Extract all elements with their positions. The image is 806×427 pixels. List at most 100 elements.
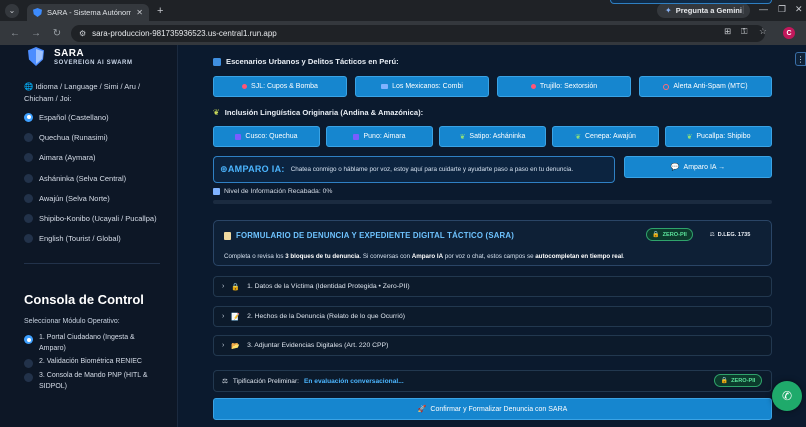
call-phone-button[interactable]: ✆ [772, 381, 802, 411]
language-option[interactable]: Español (Castellano) [24, 107, 157, 127]
radio-icon[interactable] [24, 359, 33, 368]
section-victim-data[interactable]: › 🔒 1. Datos de la Víctima (Identidad Pr… [213, 276, 772, 297]
url-input[interactable]: ⚙ sara-produccion-981735936523.us-centra… [71, 24, 765, 42]
leaf-icon: ❦ [213, 108, 220, 117]
bookmark-star-icon[interactable]: ☆ [759, 26, 767, 37]
language-option[interactable]: English (Tourist / Global) [24, 229, 157, 249]
lock-icon: 🔒 [652, 232, 660, 238]
scenario-button-label: Trujillo: Sextorsión [539, 83, 598, 90]
language-option-label: Quechua (Runasimi) [39, 132, 108, 142]
language-pucallpa-button[interactable]: ❦ Pucallpa: Shipibo [665, 126, 772, 147]
dleg-badge: ⚖ D.LEG. 1735 [700, 228, 760, 241]
language-option-label: English (Tourist / Global) [39, 234, 121, 244]
language-button-label: Satipo: Asháninka [469, 133, 526, 140]
radio-icon[interactable] [24, 132, 33, 142]
profile-avatar[interactable]: C [783, 27, 795, 39]
radio-selected-icon[interactable] [24, 112, 33, 122]
section-complaint-facts[interactable]: › 📝 2. Hechos de la Denuncia (Relato de … [213, 306, 772, 327]
chart-icon [213, 188, 220, 195]
module-option[interactable]: 1. Portal Ciudadano (Ingesta & Amparo) [24, 332, 166, 354]
radio-icon[interactable] [24, 214, 33, 224]
new-tab-icon[interactable]: + [157, 5, 163, 17]
classification-badge-text: ZERO-PII [731, 377, 756, 384]
language-satipo-button[interactable]: ❦ Satipo: Asháninka [439, 126, 546, 147]
amparo-chat-button[interactable]: 💬 Amparo IA → [624, 156, 772, 178]
brand-name: SARA [54, 48, 84, 59]
gemini-button[interactable]: ✦ Pregunta a Gemini [657, 3, 750, 18]
language-option-label: Aimara (Aymara) [39, 153, 96, 163]
form-desc-part: Completa o revisa los [224, 253, 286, 260]
radio-icon[interactable] [24, 373, 33, 382]
url-text: sara-produccion-981735936523.us-central1… [92, 28, 277, 38]
brand-tagline: SOVEREIGN AI SWARM [54, 60, 133, 66]
language-cenepa-button[interactable]: ❦ Cenepa: Awajún [552, 126, 659, 147]
memo-icon: 📝 [231, 313, 241, 321]
form-desc-part: . [622, 253, 625, 260]
close-window-icon[interactable]: ✕ [795, 4, 803, 15]
radio-selected-icon[interactable] [24, 335, 33, 344]
gemini-label: Pregunta a Gemini [675, 6, 742, 15]
gemini-spark-icon: ✦ [665, 6, 672, 15]
linguistic-inclusion-text: Inclusión Lingüística Originaria (Andina… [224, 108, 424, 117]
language-option[interactable]: Aimara (Aymara) [24, 148, 157, 168]
shield-favicon-icon [33, 8, 42, 17]
more-vertical-icon: ⋮ [796, 54, 805, 64]
scales-icon: ⚖ [709, 231, 715, 238]
classification-label: Tipificación Preliminar: [232, 377, 300, 385]
scales-icon: ⚖ [222, 378, 228, 385]
scenario-trujillo-button[interactable]: Trujillo: Sextorsión [497, 76, 631, 97]
language-option-label: Awajún (Selva Norte) [39, 193, 110, 203]
site-info-icon[interactable]: ⚙ [79, 29, 86, 38]
side-panel-toggle[interactable]: ⋮ [795, 52, 806, 66]
rocket-icon: 🚀 [417, 406, 427, 413]
complaint-form-card: FORMULARIO DE DENUNCIA Y EXPEDIENTE DIGI… [213, 220, 772, 266]
restore-icon[interactable]: ❐ [778, 4, 786, 15]
language-option[interactable]: Awajún (Selva Norte) [24, 188, 157, 208]
radio-icon[interactable] [24, 153, 33, 163]
back-icon[interactable]: ← [9, 28, 21, 39]
zero-pii-badge: 🔒 ZERO-PII [646, 228, 693, 241]
tab-close-icon[interactable]: ✕ [136, 8, 143, 17]
address-bar: ← → ↻ ⚙ sara-produccion-981735936523.us-… [0, 21, 806, 45]
info-level-text: Nivel de Información Recabada: 0% [224, 188, 333, 195]
classification-status: En evaluación conversacional... [304, 377, 404, 385]
radio-icon[interactable] [24, 193, 33, 203]
reload-icon[interactable]: ↻ [51, 28, 63, 39]
confirm-complaint-button[interactable]: 🚀 Confirmar y Formalizar Denuncia con SAR… [213, 398, 772, 420]
tab-search-icon[interactable]: ⌄ [5, 3, 19, 18]
language-option[interactable]: Shipibo-Konibo (Ucayali / Pucallpa) [24, 208, 157, 228]
form-desc-bold: Amparo IA [411, 253, 444, 260]
language-label: 🌐 Idioma / Language / Simi / Aru / Chich… [24, 82, 141, 103]
console-title: Consola de Control [24, 292, 144, 307]
browser-tab[interactable]: SARA - Sistema Autónomo de ✕ [27, 4, 149, 21]
folder-icon: 📂 [231, 342, 241, 350]
language-option-label: Asháninka (Selva Central) [39, 173, 127, 183]
language-option[interactable]: Asháninka (Selva Central) [24, 168, 157, 188]
info-level: Nivel de Información Recabada: 0% [213, 188, 332, 195]
module-option-label: 1. Portal Ciudadano (Ingesta & Amparo) [39, 334, 135, 352]
section-evidence[interactable]: › 📂 3. Adjuntar Evidencias Digitales (Ar… [213, 335, 772, 356]
form-desc-bold: autocompletan en tiempo real [535, 253, 623, 260]
module-option[interactable]: 3. Consola de Mando PNP (HITL & SIDPOL) [24, 370, 166, 392]
minimize-icon[interactable]: — [759, 4, 768, 14]
module-option[interactable]: 2. Validación Biométrica RENIEC [24, 356, 166, 368]
password-key-icon[interactable]: ⚿ [741, 26, 747, 37]
language-puno-button[interactable]: Puno: Aimara [326, 126, 433, 147]
language-cusco-button[interactable]: Cusco: Quechua [213, 126, 320, 147]
translate-icon[interactable]: ⊞ [724, 26, 731, 37]
radio-icon[interactable] [24, 173, 33, 183]
scenario-antispam-button[interactable]: Alerta Anti-Spam (MTC) [639, 76, 772, 97]
form-title-text: FORMULARIO DE DENUNCIA Y EXPEDIENTE DIGI… [236, 231, 515, 240]
language-option[interactable]: Quechua (Runasimi) [24, 127, 157, 147]
scenario-mexicanos-button[interactable]: Los Mexicanos: Combi [355, 76, 489, 97]
scenario-sjl-button[interactable]: SJL: Cupos & Bomba [213, 76, 347, 97]
forward-icon[interactable]: → [30, 28, 42, 39]
confirm-button-label: Confirmar y Formalizar Denuncia con SARA [430, 405, 568, 413]
section-label: 1. Datos de la Víctima (Identidad Proteg… [247, 283, 410, 290]
phone-icon: ✆ [781, 389, 793, 403]
amparo-button-label: Amparo IA → [683, 163, 726, 171]
radio-icon[interactable] [24, 234, 33, 244]
top-strip [610, 0, 772, 4]
city-icon [213, 57, 221, 66]
urban-scenarios-text: Escenarios Urbanos y Delitos Tácticos en… [226, 57, 399, 66]
